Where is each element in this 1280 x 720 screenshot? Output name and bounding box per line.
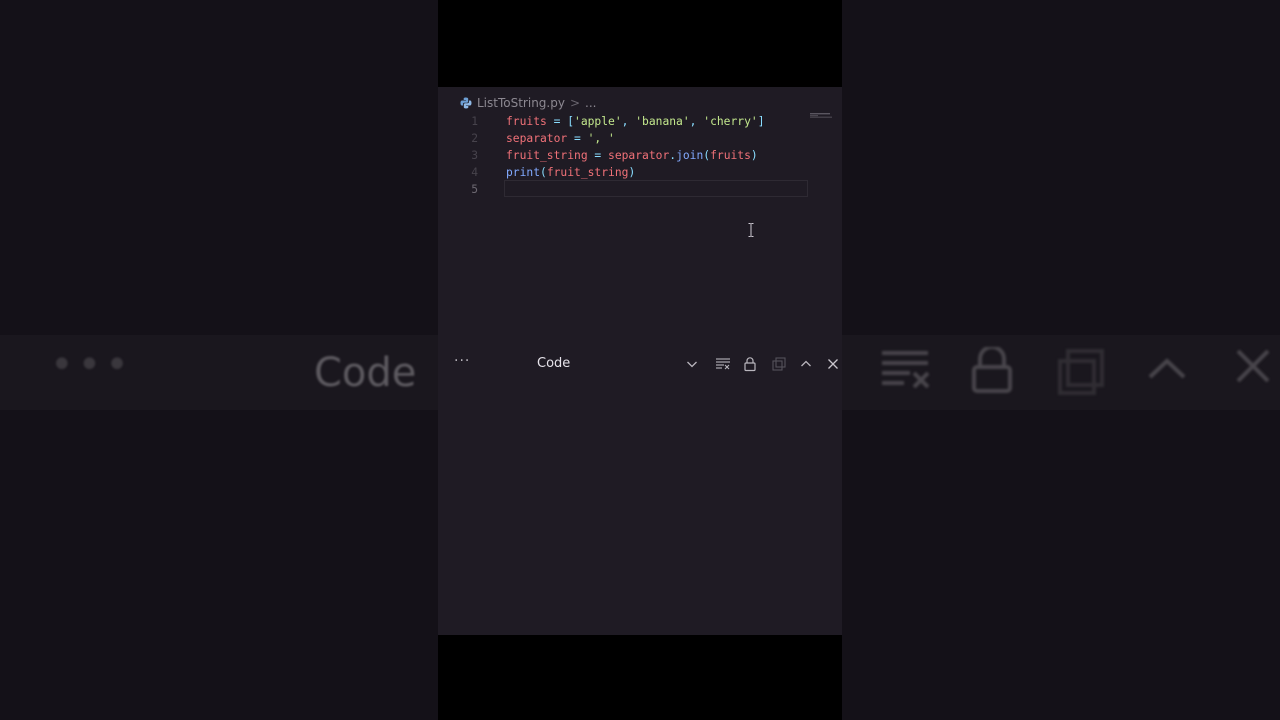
lock-icon[interactable] [742, 356, 758, 372]
output-panel-body [438, 377, 842, 635]
chevron-down-icon[interactable] [684, 356, 700, 372]
video-frame: ListToString.py > ... 1 fruits = ['apple'… [438, 0, 842, 720]
code-line[interactable]: 3 fruit_string = separator.join(fruits) [438, 147, 842, 164]
code-area[interactable]: 1 fruits = ['apple', 'banana', 'cherry'] 2… [438, 113, 842, 198]
code-token: ', ' [587, 132, 615, 145]
code-editor: ListToString.py > ... 1 fruits = ['apple'… [438, 87, 842, 635]
clear-output-icon [882, 351, 930, 389]
code-token: 'apple' [574, 115, 622, 128]
close-icon [1236, 349, 1270, 383]
line-code: fruits = ['apple', 'banana', 'cherry'] [506, 113, 765, 130]
code-token: 'banana' [635, 115, 690, 128]
clear-output-icon[interactable] [715, 356, 731, 372]
line-number: 4 [471, 166, 478, 179]
copy-icon[interactable] [771, 356, 787, 372]
panel-more-button[interactable]: ··· [454, 351, 470, 371]
code-token: , [621, 115, 636, 128]
text-cursor-icon [748, 223, 754, 237]
current-line-highlight [504, 180, 808, 197]
code-line[interactable]: 2 separator = ', ' [438, 130, 842, 147]
line-code: fruit_string = separator.join(fruits) [506, 147, 758, 164]
code-line[interactable]: 1 fruits = ['apple', 'banana', 'cherry'] [438, 113, 842, 130]
lock-icon [972, 347, 1012, 393]
line-number: 3 [471, 149, 478, 162]
breadcrumb: ListToString.py > ... [460, 95, 596, 111]
code-token: ) [750, 149, 758, 162]
copy-icon [1058, 349, 1104, 395]
code-token: 'cherry' [703, 115, 758, 128]
background-code-title: Code [314, 350, 417, 396]
code-token: ] [757, 115, 765, 128]
code-token: [ [567, 115, 575, 128]
chevron-up-icon [1148, 358, 1186, 379]
code-token: separator [608, 149, 670, 162]
chevron-up-icon[interactable] [798, 356, 814, 372]
panel-title[interactable]: Code [537, 356, 570, 371]
line-number: 1 [471, 115, 478, 128]
line-number: 5 [471, 183, 478, 196]
background-right [842, 0, 1280, 720]
code-token: fruit_string [546, 166, 629, 179]
code-token: join [676, 149, 704, 162]
python-file-icon [460, 97, 472, 109]
code-token: fruits [710, 149, 751, 162]
code-token: , [689, 115, 704, 128]
code-token: ) [628, 166, 636, 179]
output-panel-header: ··· Code [438, 351, 842, 377]
breadcrumb-separator: > [569, 96, 581, 110]
code-token: fruits [506, 115, 547, 128]
background-dots: ••• [50, 342, 133, 388]
code-token: = [587, 149, 609, 162]
breadcrumb-more[interactable]: ... [585, 96, 596, 110]
line-number: 2 [471, 132, 478, 145]
code-token: separator [506, 132, 568, 145]
close-icon[interactable] [825, 356, 841, 372]
breadcrumb-file[interactable]: ListToString.py [477, 96, 565, 110]
code-token: = [567, 132, 588, 145]
code-token: = [546, 115, 568, 128]
code-token: print [506, 166, 541, 179]
code-token: ( [540, 166, 547, 179]
line-code: separator = ', ' [506, 130, 615, 147]
line-code: print(fruit_string) [506, 164, 635, 181]
background-left: ••• Code [0, 0, 438, 720]
code-line[interactable]: 4 print(fruit_string) [438, 164, 842, 181]
code-line[interactable]: 5 [438, 180, 842, 198]
code-token: fruit_string [506, 149, 588, 162]
